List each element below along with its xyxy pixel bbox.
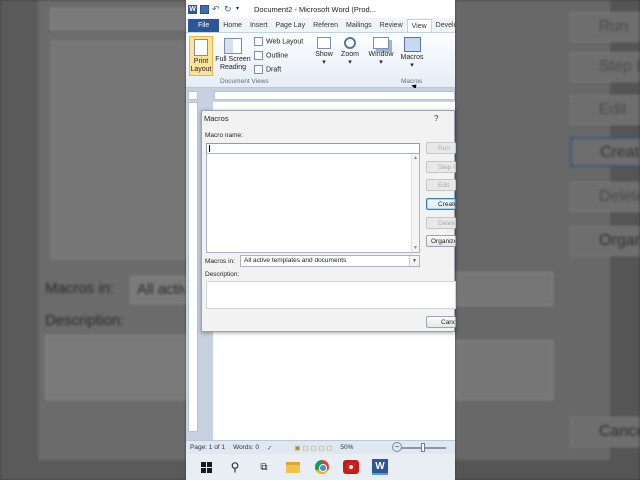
organizer-button[interactable]: Organizer...	[426, 235, 456, 247]
chrome-button[interactable]	[313, 458, 331, 476]
tab-home[interactable]: Home	[219, 19, 246, 32]
scroll-down-icon[interactable]: ▼	[413, 245, 418, 251]
tab-references[interactable]: Referen	[309, 19, 342, 32]
full-screen-reading-button[interactable]: Full Screen Reading	[215, 36, 251, 76]
create-button[interactable]: Create	[426, 198, 456, 210]
view-buttons-icon[interactable]: ▣ ▢ ▢ ▢ ▢	[294, 444, 332, 452]
chevron-down-icon[interactable]: ▼	[409, 256, 419, 266]
windows-logo-icon	[200, 461, 212, 473]
vertical-ruler[interactable]	[188, 102, 198, 432]
print-layout-button[interactable]: Print Layout	[189, 36, 213, 76]
bg-delete-button: Delete	[570, 182, 640, 212]
outline-button[interactable]: Outline	[254, 51, 288, 60]
tab-mailings[interactable]: Mailings	[342, 19, 376, 32]
zoom-slider-thumb[interactable]	[421, 443, 425, 452]
bg-step-into-button: Step Into	[570, 52, 640, 82]
task-view-icon[interactable]: ⧉	[255, 458, 273, 476]
chrome-icon	[315, 460, 329, 474]
tab-view[interactable]: View	[406, 19, 432, 32]
bg-cancel-button: Cancel	[570, 417, 640, 447]
web-layout-button[interactable]: Web Layout	[254, 37, 303, 46]
macro-name-label: Macro name:	[205, 132, 243, 139]
folder-icon	[286, 461, 300, 473]
background-left: Macros in: All activ Description:	[0, 0, 186, 480]
proofing-icon[interactable]: ✓	[267, 444, 272, 452]
bg-description-label: Description:	[45, 312, 125, 329]
outline-icon	[254, 51, 263, 60]
print-layout-icon	[194, 39, 208, 56]
word-logo-icon: W	[188, 4, 197, 14]
macros-button[interactable]: Macros ▾	[398, 37, 426, 70]
search-icon[interactable]: ⚲	[226, 458, 244, 476]
tab-selector[interactable]	[188, 91, 198, 100]
document-views-group-label: Document Views	[220, 78, 269, 85]
scroll-up-icon[interactable]: ▲	[413, 155, 418, 161]
window-icon	[373, 37, 389, 49]
delete-button[interactable]: Delete	[426, 217, 456, 229]
word-icon: W	[372, 459, 388, 475]
bg-create-button: Create	[570, 137, 640, 167]
bg-edit-button: Edit	[570, 95, 640, 125]
edit-button[interactable]: Edit	[426, 179, 456, 191]
show-icon	[317, 37, 331, 49]
draft-icon	[254, 65, 263, 74]
title-bar: W ↶ ↻ ▾ Document2 - Microsoft Word (Prod…	[186, 0, 455, 18]
status-bar: Page: 1 of 1 Words: 0 ✓ ▣ ▢ ▢ ▢ ▢ 50% −	[186, 440, 455, 454]
save-icon[interactable]	[200, 4, 209, 14]
zoom-icon	[344, 37, 356, 49]
recorder-button[interactable]	[342, 458, 360, 476]
word-count[interactable]: Words: 0	[233, 444, 259, 451]
macros-in-label: Macros in:	[205, 258, 235, 265]
macros-dialog: Macros ? Macro name: ▲ ▼ Macros in: All …	[201, 110, 456, 332]
horizontal-ruler[interactable]	[214, 91, 455, 100]
macro-list-scrollbar[interactable]: ▲ ▼	[411, 154, 419, 252]
page-count[interactable]: Page: 1 of 1	[190, 444, 225, 451]
start-button[interactable]	[197, 458, 215, 476]
word-taskbar-button[interactable]: W	[371, 458, 389, 476]
file-explorer-button[interactable]	[284, 458, 302, 476]
bg-organize-button: Organize...	[570, 226, 640, 256]
tab-insert[interactable]: Insert	[246, 19, 272, 32]
macros-icon	[403, 37, 421, 52]
full-screen-reading-icon	[224, 38, 242, 54]
macros-in-select[interactable]: All active templates and documents ▼	[240, 255, 420, 267]
ribbon-tabs: File Home Insert Page Lay Referen Mailin…	[186, 18, 455, 33]
tab-review[interactable]: Review	[376, 19, 407, 32]
macro-list[interactable]: ▲ ▼	[206, 153, 420, 253]
tab-file[interactable]: File	[188, 19, 220, 32]
window-title: Document2 - Microsoft Word (Prod...	[254, 4, 376, 14]
undo-icon[interactable]: ↶	[212, 4, 221, 14]
zoom-button[interactable]: Zoom ▾	[339, 37, 361, 67]
show-button[interactable]: Show ▾	[313, 37, 335, 67]
description-label: Description:	[205, 271, 240, 278]
step-into-button[interactable]: Step Into	[426, 161, 456, 173]
ribbon: Print Layout Full Screen Reading Web Lay…	[186, 33, 455, 90]
background-right: Run Step Into Edit Create Delete Organiz…	[455, 0, 640, 480]
description-box	[206, 281, 456, 309]
taskbar: ⚲ ⧉ W	[186, 454, 455, 480]
screen-recorder-icon	[343, 460, 359, 474]
help-icon[interactable]: ?	[434, 114, 438, 123]
bg-macros-in-label: Macros in:	[45, 280, 115, 297]
redo-icon[interactable]: ↻	[224, 4, 233, 14]
tab-developer[interactable]: Develo	[432, 19, 455, 32]
cancel-button[interactable]: Cancel	[426, 316, 456, 328]
bg-run-button: Run	[570, 12, 640, 42]
tab-page-layout[interactable]: Page Lay	[271, 19, 309, 32]
window-button[interactable]: Window ▾	[365, 37, 397, 67]
text-caret	[209, 145, 210, 152]
bg-macros-in-value: All activ	[130, 276, 186, 304]
customize-qat-icon[interactable]: ▾	[236, 5, 245, 14]
draft-button[interactable]: Draft	[254, 65, 281, 74]
web-layout-icon	[254, 37, 263, 46]
zoom-level[interactable]: 50%	[340, 444, 353, 451]
dialog-title: Macros	[204, 114, 229, 123]
run-button[interactable]: Run	[426, 142, 456, 154]
